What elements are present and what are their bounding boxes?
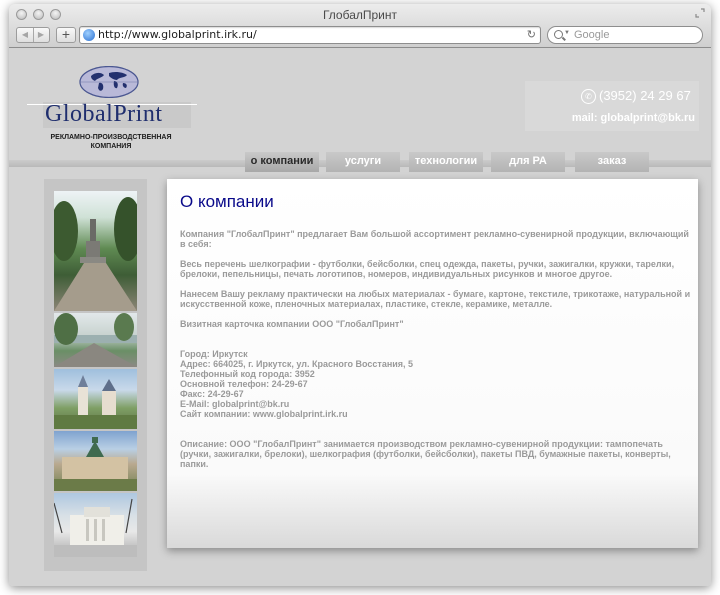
logo-tagline: РЕКЛАМНО-ПРОИЗВОДСТВЕННАЯ КОМПАНИЯ bbox=[23, 133, 199, 151]
photo-strip bbox=[44, 179, 147, 571]
address-bar: ↻ bbox=[79, 26, 541, 44]
chevron-down-icon[interactable]: ▼ bbox=[564, 30, 570, 36]
tab-technologies[interactable]: технологии bbox=[409, 152, 483, 172]
back-arrow-icon[interactable]: ◀ bbox=[17, 28, 34, 42]
header-mail[interactable]: mail: globalprint@bk.ru bbox=[572, 112, 695, 124]
site-line[interactable]: Сайт компании: www.globalprint.irk.ru bbox=[180, 409, 695, 419]
main-phone-line: Основной телефон: 24-29-67 bbox=[180, 379, 308, 389]
photo-monument bbox=[54, 191, 137, 311]
intro-paragraph: Компания "ГлобалПринт" предлагает Вам бо… bbox=[180, 229, 689, 249]
description-paragraph: Описание: ООО "ГлобалПринт" занимается п… bbox=[180, 439, 671, 469]
add-bookmark-button[interactable]: + bbox=[56, 27, 76, 43]
globe-icon bbox=[83, 29, 95, 41]
photo-mansion bbox=[54, 431, 137, 491]
fax-line: Факс: 24-29-67 bbox=[180, 389, 244, 399]
logo-tagline-line1: РЕКЛАМНО-ПРОИЗВОДСТВЕННАЯ bbox=[50, 134, 172, 141]
fullscreen-icon[interactable] bbox=[695, 8, 705, 18]
materials-paragraph: Нанесем Вашу рекламу практически на любы… bbox=[180, 289, 691, 309]
logo-tagline-line2: КОМПАНИЯ bbox=[90, 143, 132, 150]
tab-for-agencies[interactable]: для РА bbox=[491, 152, 565, 172]
forward-arrow-icon[interactable]: ▶ bbox=[33, 28, 49, 42]
email-line[interactable]: E-Mail: globalprint@bk.ru bbox=[180, 399, 695, 409]
search-input[interactable] bbox=[574, 27, 694, 43]
page-viewport: GlobalPrint РЕКЛАМНО-ПРОИЗВОДСТВЕННАЯ КО… bbox=[9, 48, 711, 586]
photo-embankment bbox=[54, 313, 137, 367]
main-content: О компании Компания "ГлобалПринт" предла… bbox=[167, 179, 698, 548]
header-phone: (3952) 24 29 67 bbox=[599, 88, 691, 103]
phone-icon: ✆ bbox=[581, 89, 596, 104]
photo-church bbox=[54, 369, 137, 429]
history-buttons: ◀ ▶ bbox=[16, 27, 50, 43]
tab-about[interactable]: о компании bbox=[245, 152, 319, 172]
window-title: ГлобалПринт bbox=[322, 8, 398, 22]
search-bar: ▼ bbox=[547, 26, 703, 44]
title-bar: ГлобалПринт bbox=[9, 4, 711, 24]
reload-icon[interactable]: ↻ bbox=[527, 29, 536, 41]
screenprint-paragraph: Весь перечень шелкографии - футболки, бе… bbox=[180, 259, 675, 279]
content-body: Компания "ГлобалПринт" предлагает Вам бо… bbox=[180, 229, 695, 479]
url-input[interactable] bbox=[98, 27, 518, 43]
tab-order[interactable]: заказ bbox=[575, 152, 649, 172]
world-globe-icon bbox=[79, 66, 139, 98]
photo-university bbox=[54, 493, 137, 557]
header-contacts: ✆ (3952) 24 29 67 mail: globalprint@bk.r… bbox=[525, 81, 699, 131]
page-title: О компании bbox=[180, 192, 274, 211]
search-icon bbox=[554, 30, 563, 39]
browser-window: ГлобалПринт ◀ ▶ + ↻ ▼ bbox=[9, 4, 711, 586]
site-logo[interactable]: GlobalPrint РЕКЛАМНО-ПРОИЗВОДСТВЕННАЯ КО… bbox=[23, 62, 199, 152]
tab-services[interactable]: услуги bbox=[326, 152, 400, 172]
phone-code-line: Телефонный код города: 3952 bbox=[180, 369, 315, 379]
browser-chrome: ГлобалПринт ◀ ▶ + ↻ ▼ bbox=[9, 4, 711, 48]
logo-wordmark: GlobalPrint bbox=[45, 101, 163, 127]
business-card-title: Визитная карточка компании ООО "ГлобалПр… bbox=[180, 319, 404, 329]
city-line: Город: Иркутск bbox=[180, 349, 248, 359]
address-line: Адрес: 664025, г. Иркутск, ул. Красного … bbox=[180, 359, 414, 369]
